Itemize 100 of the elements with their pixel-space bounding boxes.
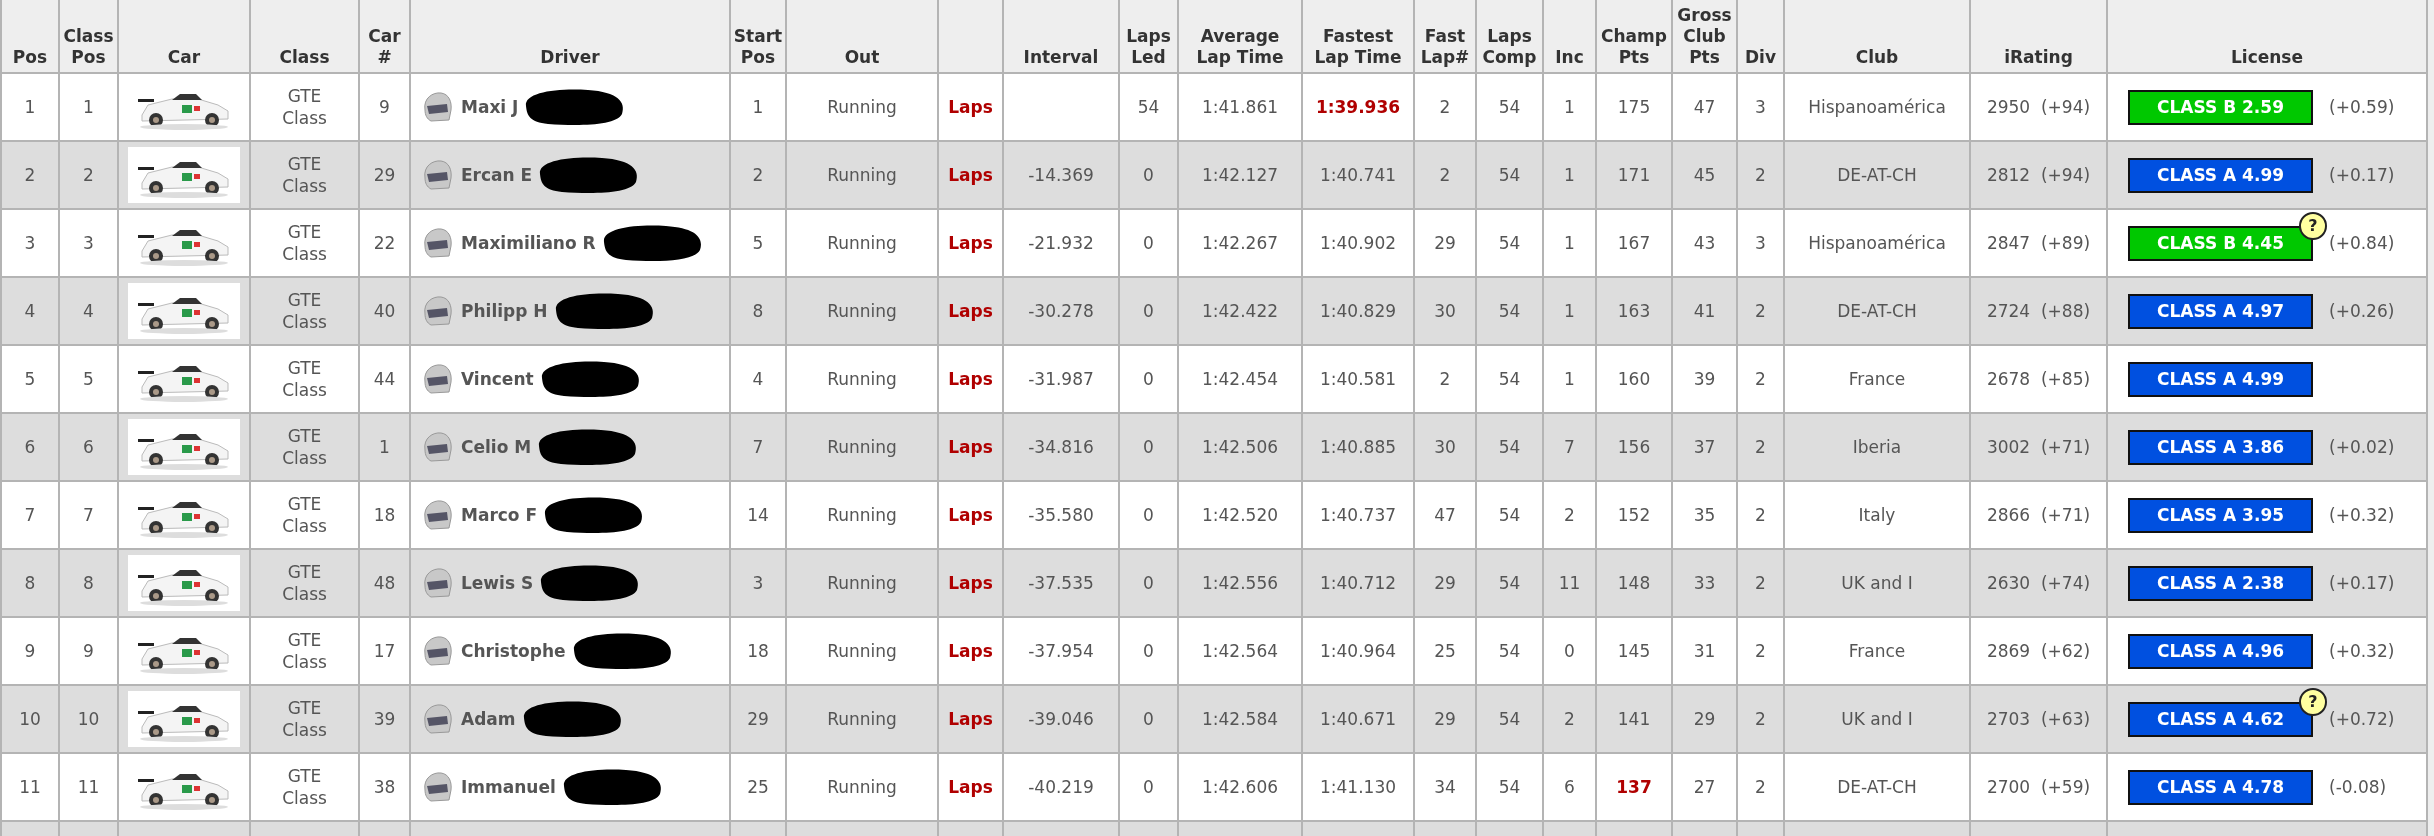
table-cell: 1:42.564 [1202, 640, 1278, 662]
helmet-icon [421, 498, 453, 532]
table-cell: 54 [1498, 572, 1521, 594]
table-cell: 1 [752, 96, 764, 118]
column-header: Div [1745, 47, 1776, 68]
table-cell: 1 [379, 436, 390, 458]
license-badge: CLASS A 2.38 [2128, 565, 2313, 601]
table-cell: 29 [1434, 572, 1456, 594]
table-cell: 1 [1564, 164, 1575, 186]
table-cell: 1 [1564, 368, 1575, 390]
table-cell: -14.369 [1028, 164, 1094, 186]
table-cell: Hispanoamérica [1808, 96, 1946, 118]
table-cell: 22 [373, 232, 396, 254]
table-cell: 2703 (+63) [1986, 708, 2091, 730]
table-cell: 3 [1755, 96, 1766, 118]
driver-name[interactable]: Maximiliano R [461, 232, 596, 254]
table-cell: 0 [1143, 776, 1154, 798]
table-cell: Running [827, 96, 897, 118]
table-cell: 2 [1755, 368, 1766, 390]
license-badge: CLASS A 4.99 [2128, 157, 2313, 193]
table-cell: 0 [1143, 436, 1154, 458]
table-cell: 14 [747, 504, 769, 526]
table-cell: 7 [24, 504, 36, 526]
driver-name[interactable]: Christophe [461, 640, 566, 662]
help-badge[interactable]: ? [2299, 211, 2327, 240]
table-cell: 4 [24, 300, 36, 322]
table-cell: France [1848, 640, 1906, 662]
table-cell: 48 [373, 572, 396, 594]
table-cell: 1:40.712 [1320, 572, 1396, 594]
help-badge[interactable]: ? [2299, 687, 2327, 716]
table-cell: Italy [1858, 504, 1896, 526]
driver-name[interactable]: Marco F [461, 504, 538, 526]
table-cell: 1:42.127 [1202, 164, 1278, 186]
column-header: iRating [2004, 47, 2073, 68]
table-cell: 0 [1143, 572, 1154, 594]
table-cell: 1:39.936 [1315, 96, 1401, 118]
table-cell: 7 [83, 504, 94, 526]
table-cell: 2630 (+74) [1986, 572, 2091, 594]
driver-name[interactable]: Lewis S [461, 572, 534, 594]
column-header: Fastest Lap Time [1314, 26, 1402, 68]
table-cell: 1 [83, 96, 94, 118]
table-cell: 1:40.885 [1320, 436, 1396, 458]
table-cell: 2 [1755, 436, 1766, 458]
table-cell: 0 [1143, 368, 1154, 390]
table-cell: 4 [752, 368, 764, 390]
table-cell: 160 [1617, 368, 1651, 390]
table-cell: 45 [1693, 164, 1716, 186]
table-cell: 2 [1755, 300, 1766, 322]
table-cell: 1:42.422 [1202, 300, 1278, 322]
table-cell: 47 [1693, 96, 1716, 118]
table-cell: Running [827, 368, 897, 390]
license-badge: CLASS A 4.96 [2128, 633, 2313, 669]
table-cell: 2 [752, 164, 764, 186]
table-cell: 5 [83, 368, 94, 390]
driver-name[interactable]: Immanuel [461, 776, 556, 798]
driver-name[interactable]: Celio M [461, 436, 532, 458]
driver-name[interactable]: Ercan E [461, 164, 533, 186]
table-cell: 3002 (+71) [1986, 436, 2091, 458]
table-cell: Running [827, 436, 897, 458]
table-cell: 1:40.741 [1320, 164, 1396, 186]
table-cell: 40 [373, 300, 396, 322]
table-cell: 39 [373, 708, 396, 730]
table-cell-text: GTE Class [281, 493, 328, 537]
table-cell: 30 [1434, 300, 1456, 322]
table-cell: UK and I [1841, 572, 1913, 594]
driver-name[interactable]: Vincent [461, 368, 534, 390]
table-cell: 5 [752, 232, 764, 254]
table-cell: 2678 (+85) [1986, 368, 2091, 390]
table-cell: 152 [1617, 504, 1651, 526]
table-cell: 34 [1434, 776, 1456, 798]
table-cell: 1 [24, 96, 36, 118]
license-badge: CLASS A 3.86 [2128, 429, 2313, 465]
table-cell: 6 [24, 436, 36, 458]
license-badge: CLASS A 4.97 [2128, 293, 2313, 329]
table-cell: 0 [1143, 504, 1154, 526]
table-cell: 2847 (+89) [1986, 232, 2091, 254]
license-change: (+0.32) [2329, 640, 2395, 662]
table-cell: 29 [1434, 232, 1456, 254]
driver-name[interactable]: Maxi J [461, 96, 519, 118]
helmet-icon [421, 702, 453, 736]
driver-name[interactable]: Adam [461, 708, 516, 730]
table-cell: 0 [1143, 300, 1154, 322]
column-header: Inc [1555, 47, 1584, 68]
table-cell: 1:42.454 [1202, 368, 1278, 390]
license-change: (+0.17) [2329, 572, 2395, 594]
table-cell: 10 [77, 708, 100, 730]
table-cell: Iberia [1852, 436, 1902, 458]
table-cell-text: GTE Class [281, 153, 328, 197]
license-badge: CLASS A 4.99 [2128, 361, 2313, 397]
table-cell-text: GTE Class [281, 221, 328, 265]
table-cell: 30 [1434, 436, 1456, 458]
table-cell-text: GTE Class [281, 425, 328, 469]
table-cell: -37.954 [1028, 640, 1094, 662]
driver-name[interactable]: Philipp H [461, 300, 548, 322]
table-cell: Running [827, 164, 897, 186]
table-cell: UK and I [1841, 708, 1913, 730]
table-cell: 44 [373, 368, 396, 390]
table-cell: Hispanoamérica [1808, 232, 1946, 254]
table-cell: 54 [1137, 96, 1160, 118]
helmet-icon [421, 634, 453, 668]
